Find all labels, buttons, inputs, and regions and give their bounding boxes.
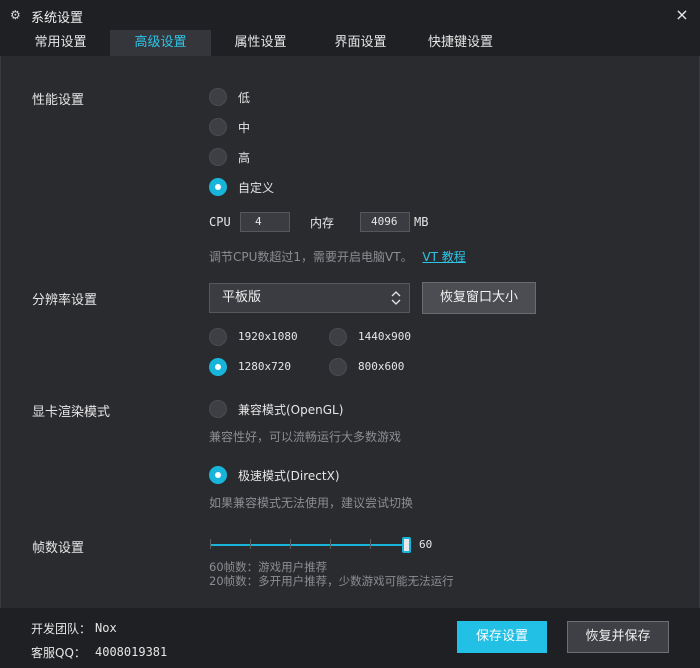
cpu-input[interactable]: 4 bbox=[240, 212, 290, 232]
save-settings-button[interactable]: 保存设置 bbox=[457, 621, 547, 653]
resolution-800-label: 800x600 bbox=[358, 360, 405, 373]
tab-bar: 常用设置 高级设置 属性设置 界面设置 快捷键设置 bbox=[0, 30, 700, 56]
title-bar: ⚙ 系统设置 × bbox=[0, 0, 700, 30]
tab-interface[interactable]: 界面设置 bbox=[313, 30, 408, 56]
tab-properties[interactable]: 属性设置 bbox=[213, 30, 308, 56]
window-title: 系统设置 bbox=[31, 11, 84, 26]
gear-icon: ⚙ bbox=[10, 8, 21, 22]
support-qq-value: 4008019381 bbox=[95, 645, 168, 659]
support-qq-label: 客服QQ： bbox=[31, 646, 86, 660]
resolution-1920-radio[interactable] bbox=[209, 328, 227, 346]
graphics-directx-radio[interactable] bbox=[209, 466, 227, 484]
vt-hint: 调节CPU数超过1，需要开启电脑VT。 VT 教程 bbox=[209, 248, 466, 265]
graphics-mode-label: 显卡渲染模式 bbox=[32, 405, 111, 420]
fps-slider-tick bbox=[330, 539, 331, 549]
fps-slider-handle[interactable] bbox=[402, 537, 411, 553]
graphics-opengl-hint: 兼容性好，可以流畅运行大多数游戏 bbox=[209, 430, 402, 444]
performance-label: 性能设置 bbox=[32, 93, 85, 108]
restore-window-size-button[interactable]: 恢复窗口大小 bbox=[422, 282, 536, 314]
performance-medium-radio[interactable] bbox=[209, 118, 227, 136]
resolution-select[interactable]: 平板版 bbox=[209, 283, 410, 313]
tab-general[interactable]: 常用设置 bbox=[13, 30, 108, 56]
settings-panel: 性能设置 低 中 高 自定义 CPU 4 内存 4096 MB 调节CPU数超过… bbox=[0, 56, 700, 608]
graphics-directx-label: 极速模式(DirectX) bbox=[238, 469, 340, 483]
performance-high-label: 高 bbox=[238, 151, 251, 165]
performance-medium-label: 中 bbox=[238, 121, 251, 135]
performance-low-radio[interactable] bbox=[209, 88, 227, 106]
tab-shortcuts[interactable]: 快捷键设置 bbox=[413, 30, 508, 56]
close-button[interactable]: × bbox=[672, 5, 692, 25]
vt-hint-text: 调节CPU数超过1，需要开启电脑VT。 bbox=[209, 250, 413, 264]
dev-team-label: 开发团队： bbox=[31, 622, 92, 636]
fps-value: 60 bbox=[419, 538, 433, 551]
resolution-1280-radio[interactable] bbox=[209, 358, 227, 376]
graphics-opengl-radio[interactable] bbox=[209, 400, 227, 418]
fps-slider-tick bbox=[290, 539, 291, 549]
dev-team-value: Nox bbox=[95, 621, 117, 635]
footer: 开发团队： Nox 客服QQ： 4008019381 保存设置 恢复并保存 bbox=[0, 608, 700, 668]
performance-low-label: 低 bbox=[238, 91, 251, 105]
chevron-updown-icon bbox=[391, 291, 401, 305]
tab-advanced[interactable]: 高级设置 bbox=[110, 30, 211, 56]
memory-unit: MB bbox=[414, 215, 429, 229]
restore-and-save-button[interactable]: 恢复并保存 bbox=[567, 621, 669, 653]
performance-custom-label: 自定义 bbox=[238, 181, 275, 195]
graphics-opengl-label: 兼容模式(OpenGL) bbox=[238, 403, 344, 417]
performance-high-radio[interactable] bbox=[209, 148, 227, 166]
graphics-directx-hint: 如果兼容模式无法使用，建议尝试切换 bbox=[209, 496, 414, 510]
fps-slider-tick bbox=[210, 539, 211, 549]
resolution-1440-radio[interactable] bbox=[329, 328, 347, 346]
fps-slider-tick bbox=[370, 539, 371, 549]
memory-input[interactable]: 4096 bbox=[360, 212, 410, 232]
fps-slider-tick bbox=[250, 539, 251, 549]
resolution-label: 分辨率设置 bbox=[32, 293, 98, 308]
performance-custom-radio[interactable] bbox=[209, 178, 227, 196]
fps-hint-20: 20帧数：多开用户推荐，少数游戏可能无法运行 bbox=[209, 574, 454, 588]
fps-slider-track[interactable] bbox=[210, 544, 406, 546]
resolution-800-radio[interactable] bbox=[329, 358, 347, 376]
vt-tutorial-link[interactable]: VT 教程 bbox=[422, 250, 465, 264]
fps-label: 帧数设置 bbox=[32, 541, 85, 556]
resolution-1280-label: 1280x720 bbox=[238, 360, 291, 373]
resolution-select-value: 平板版 bbox=[222, 290, 262, 305]
resolution-1440-label: 1440x900 bbox=[358, 330, 411, 343]
cpu-label: CPU bbox=[209, 215, 231, 229]
memory-label: 内存 bbox=[310, 216, 335, 230]
resolution-1920-label: 1920x1080 bbox=[238, 330, 298, 343]
